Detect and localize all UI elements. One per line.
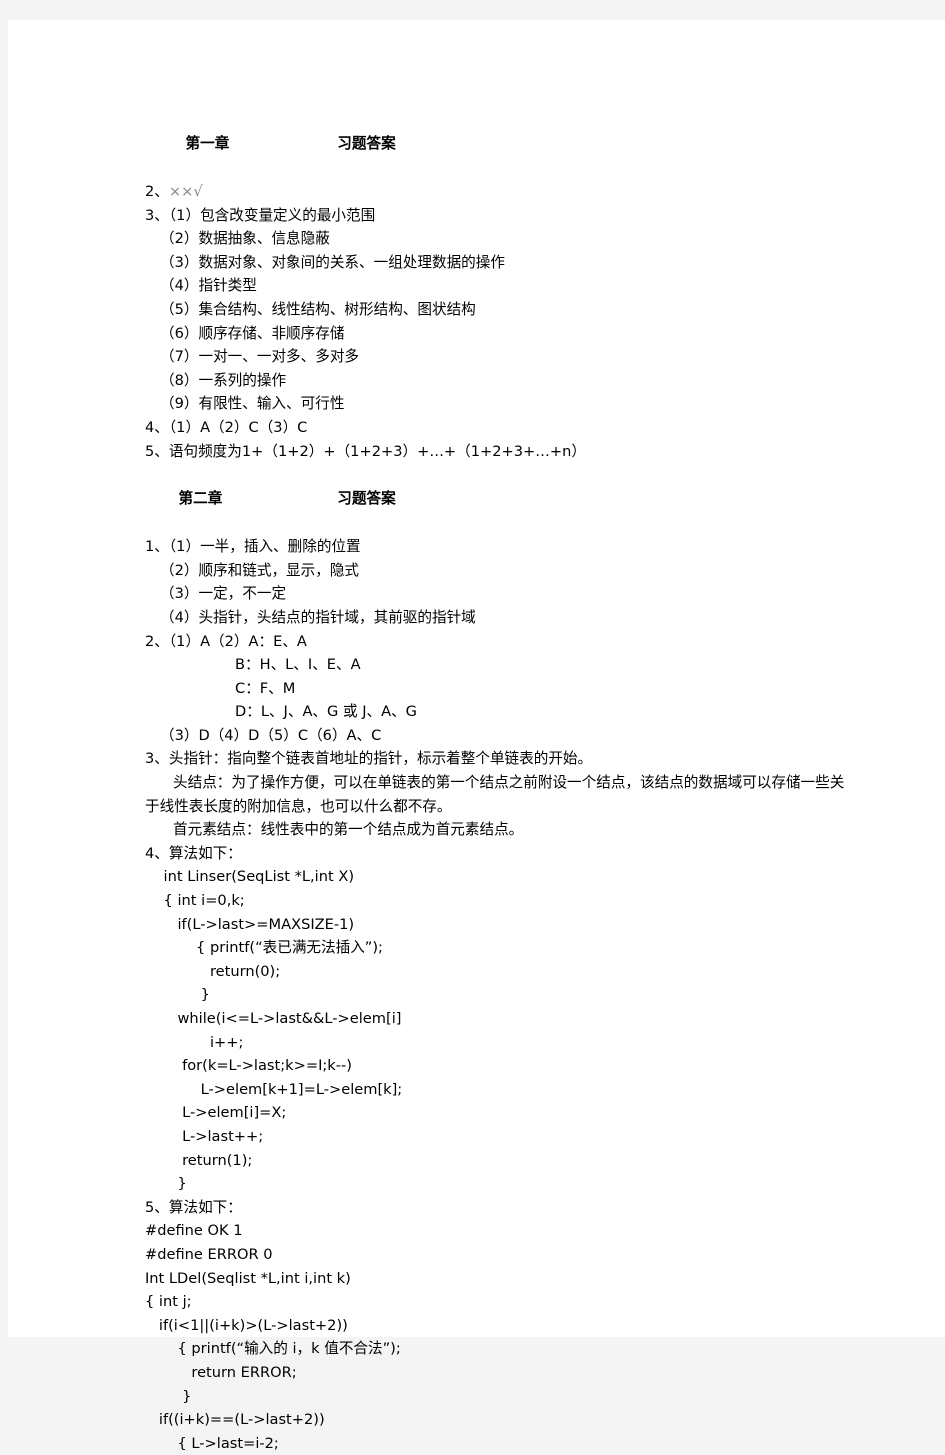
- answer-number: 4、: [145, 418, 169, 436]
- answer-text: （3）一定，不一定: [160, 585, 287, 603]
- answer-number: 1、: [145, 538, 169, 556]
- answer-text: （1）A（2）A：E、A: [168, 632, 307, 650]
- code-line: { int j;: [145, 1293, 192, 1311]
- answer-line: 5、语句频度为1+（1+2）+（1+2+3）+…+（1+2+3+…+n）: [145, 440, 845, 464]
- chapter-1-subtitle: 习题答案: [337, 135, 396, 152]
- answer-text: （6）顺序存储、非顺序存储: [160, 324, 345, 342]
- code-line: i++;: [145, 1033, 244, 1051]
- answer-line: 3、（1）包含改变量定义的最小范围: [145, 204, 845, 228]
- chapter-2-title: 第二章: [178, 490, 223, 508]
- code-line: if(i<1||(i+k)>(L->last+2)): [145, 1316, 348, 1334]
- answer-text: （2）顺序和链式，显示，隐式: [160, 561, 360, 579]
- answer-text: （1）包含改变量定义的最小范围: [168, 206, 376, 224]
- answer-line: （7）一对一、一对多、多对多: [145, 345, 845, 369]
- answer-line: （5）集合结构、线性结构、树形结构、图状结构: [145, 298, 845, 322]
- answer-number: 3、: [145, 750, 169, 768]
- answer-line: 2、（1）A（2）A：E、A: [145, 630, 845, 654]
- code-line: while(i<=L->last&&L->elem[i]: [145, 1010, 402, 1027]
- answer-line: （4）头指针，头结点的指针域，其前驱的指针域: [145, 606, 845, 630]
- algorithm-4-code: int Linser(SeqList *L,int X) { int i=0,k…: [145, 865, 845, 1195]
- chapter-2-heading: 第二章 习题答案: [145, 463, 845, 535]
- answer-line: （3）数据对象、对象间的关系、一组处理数据的操作: [145, 251, 845, 275]
- code-line: if((i+k)==(L->last+2)): [145, 1411, 325, 1429]
- code-line: Int LDel(Seqlist *L,int i,int k): [145, 1269, 351, 1287]
- code-line: { printf(“表已满无法插入”);: [145, 939, 383, 957]
- answer-text: （9）有限性、输入、可行性: [160, 395, 345, 413]
- answer-text: （7）一对一、一对多、多对多: [160, 348, 360, 366]
- document-page: 第一章 习题答案 2、××√ 3、（1）包含改变量定义的最小范围 （2）数据抽象、信息…: [8, 20, 945, 1452]
- answer-text: （2）数据抽象、信息隐蔽: [160, 230, 330, 248]
- code-line: }: [145, 986, 210, 1004]
- answer-number: 3、: [145, 206, 169, 224]
- answer-text: （1）A（2）C（3）C: [168, 418, 308, 436]
- answer-line: （2）数据抽象、信息隐蔽: [145, 227, 845, 251]
- document-body: 第一章 习题答案 2、××√ 3、（1）包含改变量定义的最小范围 （2）数据抽象、信息…: [145, 108, 845, 1455]
- answer-text: B：H、L、I、E、A: [235, 656, 361, 674]
- answer-text: （5）集合结构、线性结构、树形结构、图状结构: [160, 300, 476, 318]
- answer-text: D：L、J、A、G 或 J、A、G: [235, 703, 417, 721]
- answer-text: （8）一系列的操作: [160, 371, 287, 389]
- code-line: { int i=0,k;: [145, 892, 245, 910]
- code-line: int Linser(SeqList *L,int X): [145, 868, 355, 886]
- chapter-2-items: 1、（1）一半，插入、删除的位置 （2）顺序和链式，显示，隐式 （3）一定，不一定 （…: [145, 535, 845, 771]
- code-line: { L->last=i-2;: [145, 1434, 279, 1452]
- code-line: }: [145, 1175, 187, 1193]
- chapter-1-title: 第一章: [185, 135, 230, 152]
- answer-text: （4）指针类型: [160, 277, 257, 295]
- answer-text: 头指针：指向整个链表首地址的指针，标示着整个单链表的开始。: [168, 750, 593, 768]
- answer-line: 2、××√: [145, 180, 845, 204]
- answer-number: 2、: [145, 632, 169, 650]
- answer-text: （1）一半，插入、删除的位置: [168, 538, 361, 556]
- answer-line: （4）指针类型: [145, 274, 845, 298]
- answer-text: C：F、M: [235, 679, 296, 697]
- code-line: L->elem[k+1]=L->elem[k];: [145, 1080, 403, 1098]
- chapter-1-items: 2、××√ 3、（1）包含改变量定义的最小范围 （2）数据抽象、信息隐蔽 （3）数据对…: [145, 180, 845, 463]
- algorithm-5-code: #define OK 1 #define ERROR 0 Int LDel(Seql…: [145, 1219, 845, 1455]
- chapter-2-subtitle: 习题答案: [337, 490, 396, 508]
- answer-line: 4、（1）A（2）C（3）C: [145, 416, 845, 440]
- algorithm-4-label: 4、算法如下：: [145, 844, 242, 862]
- answer-number: 2、: [145, 183, 169, 200]
- answer-line: 3、头指针：指向整个链表首地址的指针，标示着整个单链表的开始。: [145, 747, 845, 771]
- answer-text: 语句频度为1+（1+2）+（1+2+3）+…+（1+2+3+…+n）: [168, 442, 586, 460]
- answer-line: B：H、L、I、E、A: [145, 653, 845, 677]
- answer-line: （3）一定，不一定: [145, 582, 845, 606]
- chapter-1-heading: 第一章 习题答案: [145, 108, 845, 180]
- definition-paragraph: 头结点：为了操作方便，可以在单链表的第一个结点之前附设一个结点，该结点的数据域可…: [145, 774, 845, 815]
- code-line: return(0);: [145, 962, 281, 980]
- code-line: return(1);: [145, 1151, 253, 1169]
- chapter-2-paragraphs: 头结点：为了操作方便，可以在单链表的第一个结点之前附设一个结点，该结点的数据域可…: [145, 771, 845, 842]
- code-line: }: [145, 1387, 192, 1405]
- code-line: #define OK 1: [145, 1222, 243, 1240]
- answer-line: （3）D（4）D（5）C（6）A、C: [145, 724, 845, 748]
- answer-line: （9）有限性、输入、可行性: [145, 392, 845, 416]
- answer-line: （6）顺序存储、非顺序存储: [145, 322, 845, 346]
- code-line: L->elem[i]=X;: [145, 1104, 287, 1122]
- answer-text: ××√: [168, 183, 203, 200]
- answer-line: 1、（1）一半，插入、删除的位置: [145, 535, 845, 559]
- answer-text: （3）数据对象、对象间的关系、一组处理数据的操作: [160, 253, 505, 271]
- algorithm-5-label: 5、算法如下：: [145, 1198, 242, 1216]
- answer-number: 5、: [145, 442, 169, 460]
- code-line: return ERROR;: [145, 1363, 297, 1381]
- answer-text: （4）头指针，头结点的指针域，其前驱的指针域: [160, 608, 476, 626]
- answer-line: （8）一系列的操作: [145, 369, 845, 393]
- code-line: { printf(“输入的 i，k 值不合法”);: [145, 1340, 401, 1358]
- code-line: #define ERROR 0: [145, 1245, 273, 1263]
- answer-line: D：L、J、A、G 或 J、A、G: [145, 700, 845, 724]
- code-line: L->last++;: [145, 1127, 264, 1145]
- answer-text: （3）D（4）D（5）C（6）A、C: [160, 726, 382, 744]
- answer-line: （2）顺序和链式，显示，隐式: [145, 559, 845, 583]
- answer-line: C：F、M: [145, 677, 845, 701]
- code-line: for(k=L->last;k>=I;k--): [145, 1057, 352, 1075]
- code-line: if(L->last>=MAXSIZE-1): [145, 915, 355, 933]
- definition-paragraph: 首元素结点：线性表中的第一个结点成为首元素结点。: [173, 821, 524, 839]
